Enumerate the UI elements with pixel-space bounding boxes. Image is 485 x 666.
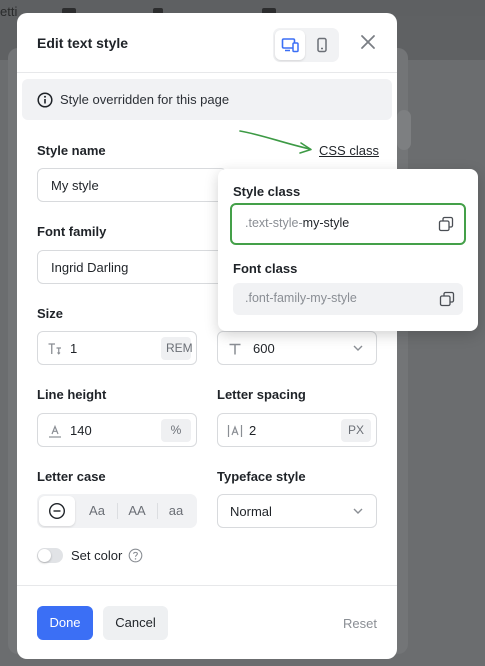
- font-family-value: Ingrid Darling: [51, 260, 129, 275]
- set-color-label: Set color: [71, 548, 123, 563]
- letter-case-uppercase-button[interactable]: AA: [117, 494, 157, 528]
- line-height-icon: [49, 424, 61, 438]
- override-notice: Style overridden for this page: [22, 79, 392, 120]
- chevron-down-icon: [353, 345, 363, 351]
- desktop-icon: [281, 38, 299, 53]
- modal-footer: Done Cancel Reset: [17, 585, 397, 659]
- line-height-label: Line height: [37, 387, 107, 402]
- override-notice-text: Style overridden for this page: [60, 92, 230, 107]
- modal-header: Edit text style: [17, 13, 397, 73]
- toggle-knob: [38, 549, 51, 562]
- background-text: etti: [0, 4, 18, 19]
- line-height-value: 140: [70, 423, 92, 438]
- font-class-label: Font class: [233, 261, 298, 276]
- style-class-field[interactable]: .text-style-my-style: [230, 203, 466, 245]
- mobile-icon: [317, 37, 327, 53]
- letter-spacing-unit[interactable]: PX: [341, 419, 371, 442]
- font-family-label: Font family: [37, 224, 107, 239]
- font-class-code: .font-family-my-style: [245, 291, 357, 305]
- size-value: 1: [70, 341, 78, 356]
- style-class-name: my-style: [302, 216, 350, 230]
- letter-case-capitalize-button[interactable]: Aa: [77, 494, 117, 528]
- set-color-toggle[interactable]: [37, 548, 63, 563]
- mobile-view-button[interactable]: [307, 30, 337, 60]
- cancel-button[interactable]: Cancel: [103, 606, 168, 640]
- letter-spacing-icon: [227, 425, 243, 437]
- desktop-view-button[interactable]: [275, 30, 305, 60]
- letter-case-label: Letter case: [37, 469, 106, 484]
- style-name-label: Style name: [37, 143, 106, 158]
- size-label: Size: [37, 306, 64, 321]
- style-class-prefix: .text-style-: [245, 216, 303, 230]
- line-height-unit[interactable]: %: [161, 419, 191, 442]
- arrow-icon: [239, 130, 312, 154]
- typeface-style-select[interactable]: Normal: [217, 494, 377, 528]
- letter-spacing-input[interactable]: 2 PX: [217, 413, 377, 447]
- typeface-style-label: Typeface style: [217, 469, 306, 484]
- letter-spacing-value: 2: [249, 423, 257, 438]
- reset-button[interactable]: Reset: [343, 616, 377, 631]
- weight-icon: [229, 343, 241, 355]
- help-icon[interactable]: [128, 548, 143, 563]
- font-weight-value: 600: [253, 341, 275, 356]
- font-class-field[interactable]: .font-family-my-style: [233, 283, 463, 315]
- font-family-select[interactable]: Ingrid Darling: [37, 250, 227, 284]
- minus-circle-icon: [48, 502, 66, 520]
- style-class-code: .text-style-my-style: [245, 216, 349, 230]
- chevron-down-icon: [353, 508, 363, 514]
- size-input[interactable]: 1 REM: [37, 331, 197, 365]
- done-button[interactable]: Done: [37, 606, 93, 640]
- info-icon: [37, 92, 53, 108]
- typeface-style-value: Normal: [230, 504, 272, 519]
- background-card: [397, 110, 411, 150]
- css-class-popover: Style class .text-style-my-style Font cl…: [218, 169, 478, 331]
- letter-spacing-label: Letter spacing: [217, 387, 306, 402]
- copy-icon[interactable]: [438, 216, 454, 232]
- size-unit[interactable]: REM: [161, 337, 193, 360]
- modal-title: Edit text style: [37, 35, 129, 51]
- text-size-icon: [48, 343, 61, 355]
- letter-case-toggle: Aa AA aa: [37, 494, 197, 528]
- device-toggle: [273, 28, 339, 62]
- copy-icon[interactable]: [439, 291, 455, 307]
- font-weight-select[interactable]: 600: [217, 331, 377, 365]
- close-icon: [361, 35, 375, 49]
- letter-case-lowercase-button[interactable]: aa: [157, 494, 195, 528]
- close-button[interactable]: [357, 31, 379, 53]
- style-name-input[interactable]: My style: [37, 168, 227, 202]
- style-name-value: My style: [51, 178, 99, 193]
- edit-text-style-modal: Edit text style Style overridden for thi…: [17, 13, 397, 659]
- css-class-link[interactable]: CSS class: [319, 143, 379, 158]
- style-class-label: Style class: [233, 184, 301, 199]
- letter-case-none-button[interactable]: [39, 496, 75, 526]
- line-height-input[interactable]: 140 %: [37, 413, 197, 447]
